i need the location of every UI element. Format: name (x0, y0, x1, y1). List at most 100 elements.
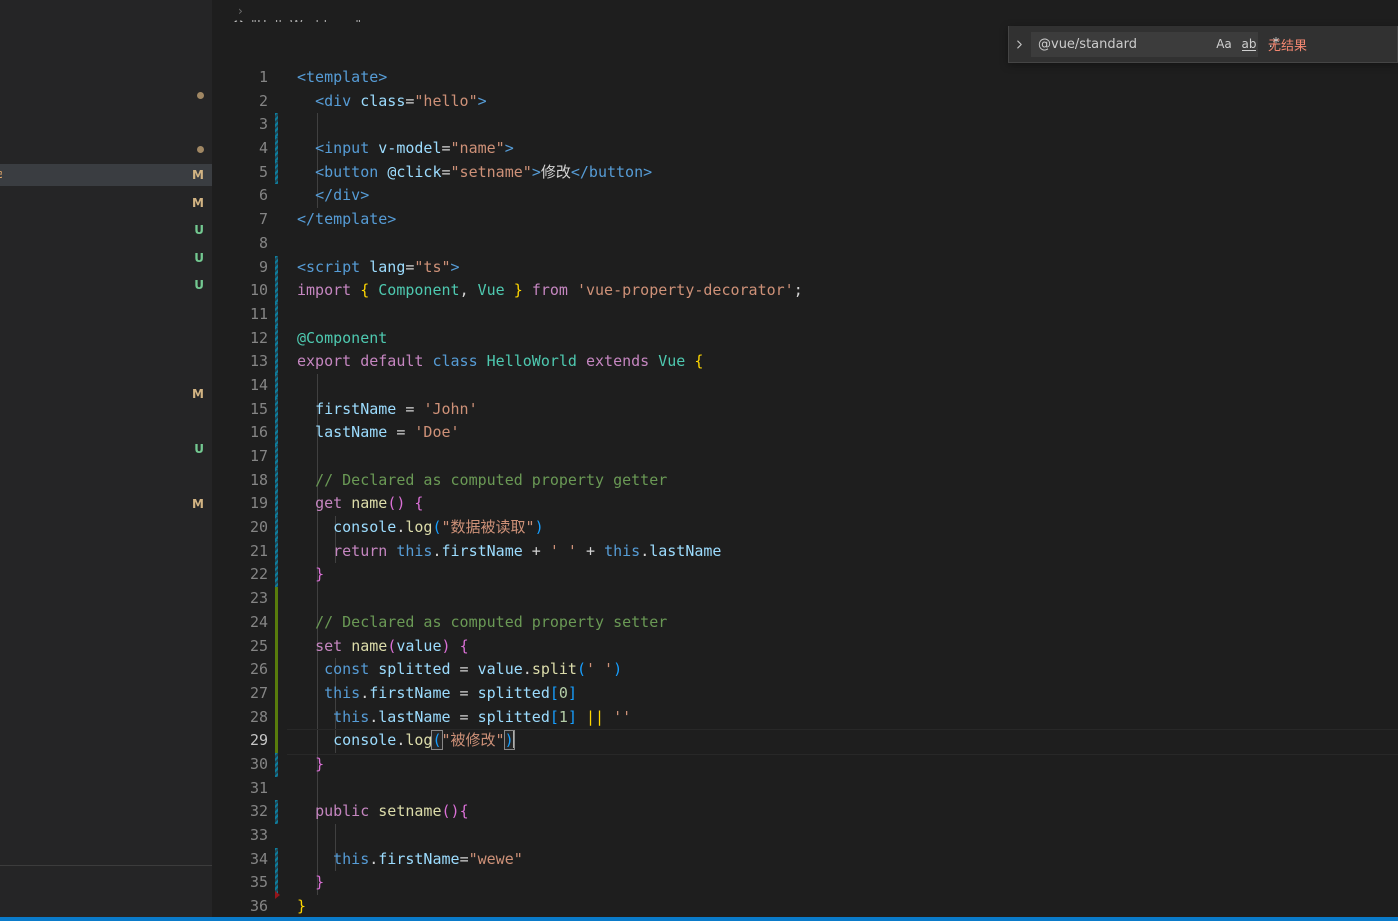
diff-gutter-marker-mod[interactable] (275, 350, 278, 374)
diff-gutter-marker-add[interactable] (275, 658, 278, 682)
code-line[interactable]: 9 <script lang="ts"> (213, 255, 1398, 280)
whole-word-toggle[interactable]: ab (1239, 34, 1259, 54)
match-case-toggle[interactable]: Aa (1214, 34, 1234, 54)
code-line[interactable]: 24 // Declared as computed property sett… (213, 610, 1398, 635)
line-number: 20 (249, 518, 268, 537)
code-token: . (360, 683, 370, 702)
explorer-row[interactable]: M (0, 493, 213, 515)
code-token: extends (586, 352, 650, 371)
find-input-box[interactable]: Aa ab .* (1031, 31, 1279, 57)
diff-gutter-marker-mod[interactable] (275, 302, 278, 327)
code-token: Component (378, 281, 460, 300)
code-line[interactable]: 25 set name(value) { (213, 634, 1398, 659)
code-lines-container[interactable]: 1 <template> 2 <div class="hello"> 3 4 <inpu… (213, 66, 1398, 917)
explorer-row[interactable]: M (0, 192, 213, 214)
diff-gutter-marker-add[interactable] (275, 729, 278, 753)
breadcrumb[interactable]: src›components›HelloWorld.vue›Vetur›"Hel… (213, 0, 1398, 22)
code-line[interactable]: 30 } (213, 752, 1398, 777)
code-line[interactable]: 10 import { Component, Vue } from 'vue-pr… (213, 279, 1398, 303)
diff-gutter-marker-mod[interactable] (275, 563, 278, 588)
code-line[interactable]: 3 (213, 113, 1398, 138)
explorer-row[interactable]: U (0, 438, 213, 460)
code-line[interactable]: 4 <input v-model="name"> (213, 137, 1398, 161)
code-line[interactable]: 23 (213, 587, 1398, 611)
explorer-row[interactable]: M (0, 383, 213, 405)
code-line[interactable]: 29 console.log("被修改") (213, 729, 1398, 755)
code-line[interactable]: 20 console.log("数据被读取") (213, 516, 1398, 540)
code-line[interactable]: 16 lastName = 'Doe' (213, 421, 1398, 445)
find-input[interactable] (1032, 32, 1214, 56)
code-line[interactable]: 7 </template> (213, 208, 1398, 232)
diff-gutter-marker-mod[interactable] (275, 160, 278, 185)
code-line[interactable]: 33 (213, 824, 1398, 848)
find-widget[interactable]: Aa ab .* 无结果 (1008, 26, 1398, 63)
code-token: Vue (658, 352, 686, 371)
code-line[interactable]: 2 <div class="hello"> (213, 90, 1398, 114)
code-line[interactable]: 17 (213, 445, 1398, 469)
diff-gutter-marker-add[interactable] (275, 610, 278, 635)
explorer-sidebar[interactable]: eMMUUUMUM (0, 0, 213, 917)
code-line[interactable]: 1 <template> (213, 66, 1398, 90)
code-token: lastName (649, 541, 722, 560)
code-line[interactable]: 22 } (213, 563, 1398, 588)
chevron-right-icon[interactable] (1009, 26, 1029, 62)
code-token: ' ' (586, 660, 614, 679)
diff-gutter-marker-mod[interactable] (275, 137, 278, 161)
diff-gutter-marker-mod[interactable] (275, 752, 278, 777)
diff-gutter-marker-add[interactable] (275, 587, 278, 611)
explorer-row[interactable] (0, 84, 213, 106)
diff-gutter-marker-mod[interactable] (275, 279, 278, 303)
code-line[interactable]: 5 <button @click="setname">修改</button> (213, 160, 1398, 185)
code-token: this (333, 849, 370, 868)
explorer-row[interactable]: U (0, 247, 213, 269)
explorer-row[interactable]: eM (0, 164, 213, 186)
diff-gutter-marker-mod[interactable] (275, 468, 278, 493)
diff-gutter-marker-mod[interactable] (275, 800, 278, 824)
code-line[interactable]: 36} (213, 891, 1398, 917)
status-bar[interactable] (0, 917, 1398, 921)
regex-toggle[interactable]: .* (1264, 34, 1284, 54)
diff-gutter-marker-mod[interactable] (275, 539, 278, 564)
code-line[interactable]: 28 this.lastName = splitted[1] || '' (213, 705, 1398, 730)
diff-gutter-marker-del[interactable] (275, 891, 280, 917)
diff-gutter-marker-mod[interactable] (275, 326, 278, 351)
line-number: 16 (249, 423, 268, 442)
diff-gutter-marker-mod[interactable] (275, 445, 278, 469)
code-line[interactable]: 12 @Component (213, 326, 1398, 351)
diff-gutter-marker-mod[interactable] (275, 373, 278, 398)
code-line[interactable]: 14 (213, 373, 1398, 398)
diff-gutter-marker-add[interactable] (275, 634, 278, 659)
code-line[interactable]: 27 this.firstName = splitted[0] (213, 681, 1398, 706)
explorer-row[interactable] (0, 138, 213, 160)
code-line[interactable]: 34 this.firstName="wewe" (213, 847, 1398, 872)
code-line[interactable]: 6 </div> (213, 184, 1398, 209)
diff-gutter-marker-mod[interactable] (275, 492, 278, 517)
code-line[interactable]: 8 (213, 232, 1398, 256)
code-line[interactable]: 13 export default class HelloWorld extend… (213, 350, 1398, 374)
code-line[interactable]: 19 get name() { (213, 492, 1398, 517)
code-editor[interactable]: 1 <template> 2 <div class="hello"> 3 4 <inpu… (213, 22, 1398, 917)
git-status-badge: M (192, 168, 204, 182)
explorer-row[interactable]: U (0, 274, 213, 296)
diff-gutter-marker-mod[interactable] (275, 516, 278, 540)
diff-gutter-marker-mod[interactable] (275, 421, 278, 445)
code-token: // Declared as computed property getter (315, 470, 668, 489)
diff-gutter-marker-mod[interactable] (275, 397, 278, 422)
code-line[interactable]: 15 firstName = 'John' (213, 397, 1398, 422)
code-token: "hello" (414, 91, 478, 110)
code-line[interactable]: 11 (213, 302, 1398, 327)
code-line[interactable]: 21 return this.firstName + ' ' + this.la… (213, 539, 1398, 564)
code-line[interactable]: 35 } (213, 871, 1398, 896)
code-line[interactable]: 32 public setname(){ (213, 800, 1398, 824)
code-line[interactable]: 26 const splitted = value.split(' ') (213, 658, 1398, 682)
diff-gutter-marker-add[interactable] (275, 681, 278, 706)
diff-gutter-marker-mod[interactable] (275, 113, 278, 138)
explorer-row[interactable]: U (0, 219, 213, 241)
diff-gutter-marker-add[interactable] (275, 705, 278, 730)
diff-gutter-marker-mod[interactable] (275, 847, 278, 872)
code-line[interactable]: 31 (213, 776, 1398, 801)
code-line[interactable]: 18 // Declared as computed property gett… (213, 468, 1398, 493)
breadcrumb-item-vetur[interactable]: Vetur (231, 0, 361, 4)
code-token: </template> (297, 210, 397, 229)
diff-gutter-marker-mod[interactable] (275, 255, 278, 280)
